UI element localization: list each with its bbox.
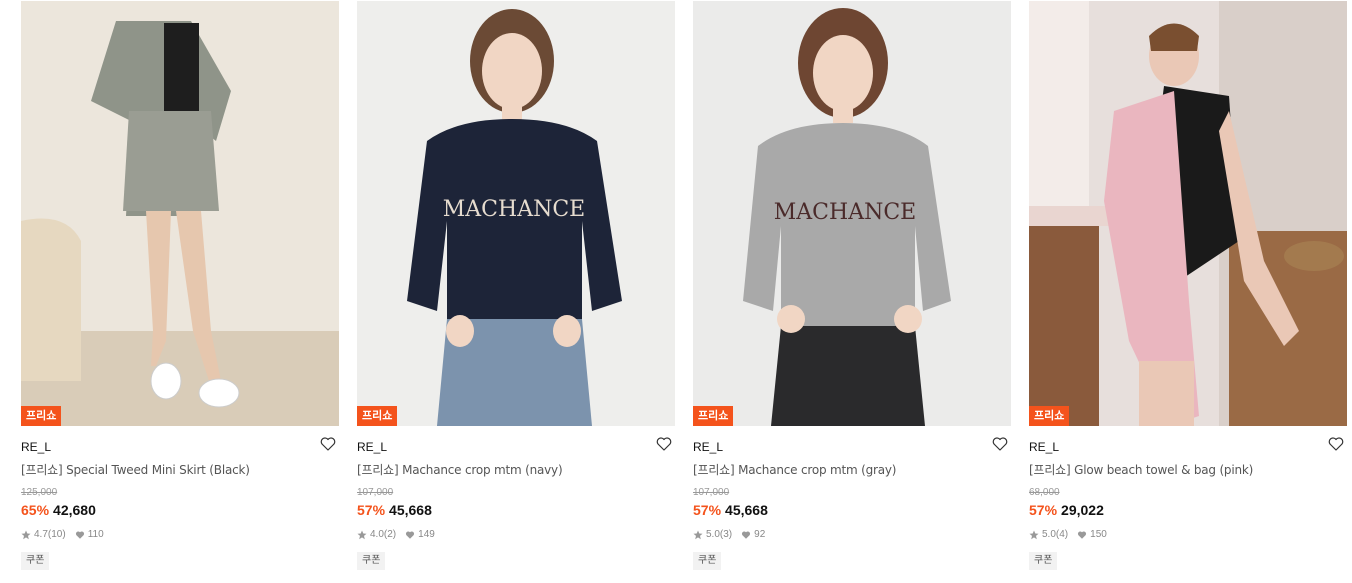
- preshow-badge: 프리쇼: [357, 406, 398, 426]
- discount-rate: 57%: [1029, 502, 1058, 518]
- heart-filled-icon: [75, 531, 84, 539]
- brand-name[interactable]: RE_L: [357, 440, 387, 454]
- heart-filled-icon: [742, 531, 751, 539]
- discount-rate: 57%: [693, 502, 722, 518]
- svg-text:MACHANCE: MACHANCE: [774, 200, 916, 225]
- rating: 4.7: [34, 529, 48, 540]
- star-icon: [357, 530, 367, 540]
- preshow-badge: 프리쇼: [21, 406, 62, 426]
- sale-price: 29,022: [1061, 502, 1104, 518]
- heart-icon[interactable]: [991, 435, 1009, 453]
- product-card[interactable]: 프리쇼 RE_L [프리쇼] Glow beach towel & bag (p…: [1029, 1, 1347, 570]
- preshow-badge: 프리쇼: [1029, 406, 1070, 426]
- svg-text:MACHANCE: MACHANCE: [443, 197, 585, 222]
- product-image[interactable]: 프리쇼: [21, 1, 339, 426]
- product-image[interactable]: 프리쇼: [1029, 1, 1347, 426]
- discount-rate: 65%: [21, 502, 50, 518]
- like-count: 150: [1090, 529, 1107, 540]
- review-count: (2): [383, 529, 397, 540]
- original-price: 125,000: [21, 487, 58, 498]
- original-price: 107,000: [693, 487, 730, 498]
- star-icon: [1029, 530, 1039, 540]
- coupon-tag: 쿠폰: [21, 552, 50, 570]
- heart-icon[interactable]: [1327, 435, 1345, 453]
- product-title[interactable]: [프리쇼] Machance crop mtm (gray): [693, 463, 1011, 477]
- coupon-tag: 쿠폰: [1029, 552, 1058, 570]
- sale-price: 42,680: [53, 502, 96, 518]
- discount-rate: 57%: [357, 502, 386, 518]
- brand-name[interactable]: RE_L: [693, 440, 723, 454]
- rating: 5.0: [1042, 529, 1056, 540]
- product-image[interactable]: MACHANCE 프리쇼: [357, 1, 675, 426]
- rating: 5.0: [706, 529, 720, 540]
- preshow-badge: 프리쇼: [693, 406, 734, 426]
- like-count: 110: [87, 529, 104, 540]
- sale-price: 45,668: [725, 502, 768, 518]
- star-icon: [693, 530, 703, 540]
- heart-filled-icon: [406, 531, 415, 539]
- coupon-tag: 쿠폰: [357, 552, 386, 570]
- review-count: (4): [1055, 529, 1069, 540]
- product-title[interactable]: [프리쇼] Special Tweed Mini Skirt (Black): [21, 463, 339, 477]
- product-title[interactable]: [프리쇼] Glow beach towel & bag (pink): [1029, 463, 1347, 477]
- product-image[interactable]: MACHANCE 프리쇼: [693, 1, 1011, 426]
- heart-icon[interactable]: [655, 435, 673, 453]
- product-title[interactable]: [프리쇼] Machance crop mtm (navy): [357, 463, 675, 477]
- product-card[interactable]: MACHANCE 프리쇼 RE_L [프리쇼] Machance crop mt…: [693, 1, 1011, 570]
- original-price: 107,000: [357, 487, 394, 498]
- heart-filled-icon: [1078, 531, 1087, 539]
- product-card[interactable]: MACHANCE 프리쇼 RE_L [프리쇼] Machance crop mt…: [357, 1, 675, 570]
- product-grid: 프리쇼 RE_L [프리쇼] Special Tweed Mini Skirt …: [21, 1, 1347, 570]
- heart-icon[interactable]: [319, 435, 337, 453]
- like-count: 149: [418, 529, 435, 540]
- brand-name[interactable]: RE_L: [1029, 440, 1059, 454]
- coupon-tag: 쿠폰: [693, 552, 722, 570]
- brand-name[interactable]: RE_L: [21, 440, 51, 454]
- review-count: (3): [719, 529, 733, 540]
- rating: 4.0: [370, 529, 384, 540]
- review-count: (10): [47, 529, 66, 540]
- product-card[interactable]: 프리쇼 RE_L [프리쇼] Special Tweed Mini Skirt …: [21, 1, 339, 570]
- like-count: 92: [754, 529, 766, 540]
- original-price: 68,000: [1029, 487, 1060, 498]
- star-icon: [21, 530, 31, 540]
- sale-price: 45,668: [389, 502, 432, 518]
